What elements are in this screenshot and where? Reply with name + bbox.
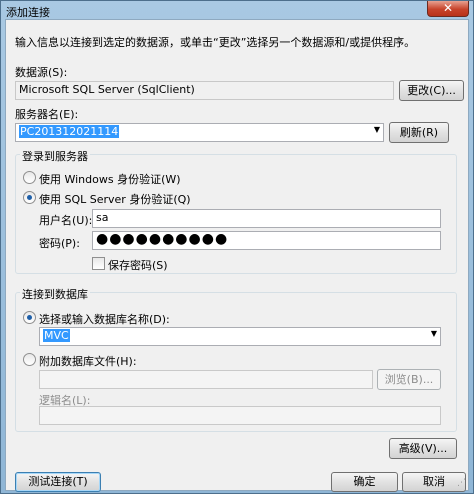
advanced-button[interactable]: 高级(V)... — [389, 438, 457, 459]
datasource-label: 数据源(S): — [15, 66, 68, 79]
password-value: ●●●●●●●●●● — [96, 231, 229, 247]
logical-name-input[interactable] — [39, 406, 441, 425]
browse-button[interactable]: 浏览(B)... — [377, 369, 441, 390]
username-value: sa — [96, 211, 109, 224]
attach-db-label[interactable]: 附加数据库文件(H): — [39, 353, 137, 369]
resize-grip-icon[interactable]: ⋰ — [457, 478, 466, 488]
close-icon: ✕ — [442, 1, 454, 15]
select-db-radio[interactable] — [23, 311, 36, 324]
intro-text: 输入信息以连接到选定的数据源，或单击“更改”选择另一个数据源和/或提供程序。 — [15, 36, 416, 49]
chevron-down-icon[interactable]: ▼ — [431, 329, 437, 338]
password-input[interactable]: ●●●●●●●●●● — [92, 231, 441, 250]
chevron-down-icon[interactable]: ▼ — [374, 125, 380, 134]
change-datasource-button[interactable]: 更改(C)... — [399, 80, 464, 101]
title-bar[interactable]: 添加连接 ✕ — [1, 1, 473, 19]
ok-button[interactable]: 确定 — [331, 472, 398, 492]
test-connection-button[interactable]: 测试连接(T) — [15, 472, 101, 492]
server-name-value: PC201312021114 — [19, 125, 120, 138]
select-db-label[interactable]: 选择或输入数据库名称(D): — [39, 311, 170, 327]
windows-auth-radio[interactable] — [23, 171, 36, 184]
dialog-body: 输入信息以连接到选定的数据源，或单击“更改”选择另一个数据源和/或提供程序。 数… — [5, 19, 469, 492]
server-label: 服务器名(E): — [15, 108, 79, 121]
password-label: 密码(P): — [39, 237, 80, 250]
login-group-title: 登录到服务器 — [20, 148, 90, 164]
attach-db-file-input[interactable] — [39, 370, 373, 389]
datasource-value: Microsoft SQL Server (SqlClient) — [19, 83, 195, 96]
window-title: 添加连接 — [6, 6, 50, 19]
database-name-value: MVC — [43, 329, 70, 342]
database-group-title: 连接到数据库 — [20, 286, 90, 302]
sql-auth-label[interactable]: 使用 SQL Server 身份验证(Q) — [39, 191, 191, 207]
database-name-combobox[interactable]: MVC ▼ — [39, 327, 441, 346]
attach-db-radio[interactable] — [23, 353, 36, 366]
refresh-button[interactable]: 刷新(R) — [389, 122, 449, 143]
username-label: 用户名(U): — [39, 214, 93, 227]
close-button[interactable]: ✕ — [427, 1, 469, 17]
server-name-combobox[interactable]: PC201312021114 ▼ — [15, 123, 384, 142]
save-password-label[interactable]: 保存密码(S) — [108, 257, 168, 273]
sql-auth-radio[interactable] — [23, 191, 36, 204]
add-connection-window: 添加连接 ✕ 输入信息以连接到选定的数据源，或单击“更改”选择另一个数据源和/或… — [0, 0, 474, 494]
username-input[interactable]: sa — [92, 209, 441, 228]
windows-auth-label[interactable]: 使用 Windows 身份验证(W) — [39, 171, 181, 187]
save-password-checkbox[interactable] — [92, 257, 105, 270]
datasource-field: Microsoft SQL Server (SqlClient) — [15, 81, 394, 100]
